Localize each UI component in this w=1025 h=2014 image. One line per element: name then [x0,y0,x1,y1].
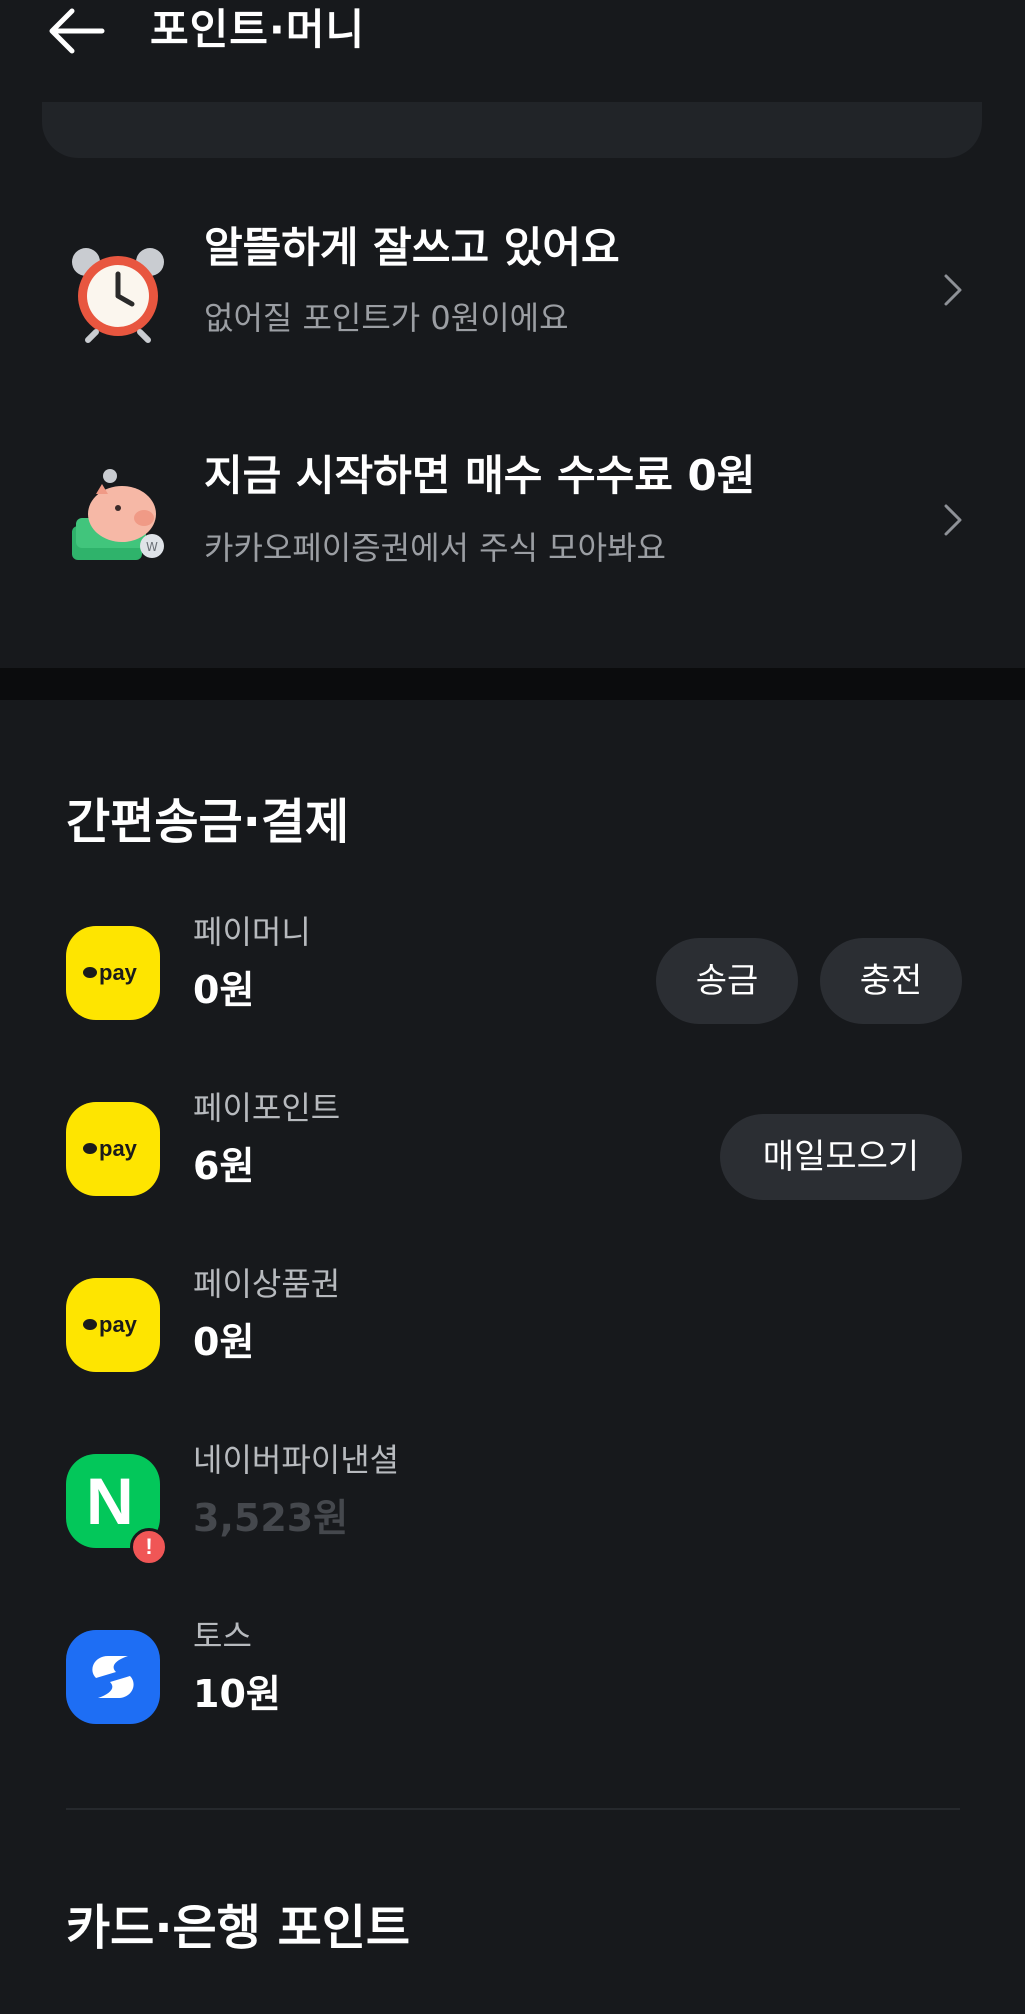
item-name: 토스 [193,1617,252,1655]
item-name: 네이버파이낸셜 [193,1441,400,1479]
kakaopay-logo: pay [66,1102,160,1196]
logo-text: pay [99,1312,137,1337]
section-title-card-bank: 카드·은행 포인트 [66,1900,411,1956]
promo-subtitle: 카카오페이증권에서 주식 모아봐요 [204,529,666,567]
charge-button[interactable]: 충전 [820,938,962,1024]
promo-item-stock[interactable]: W 지금 시작하면 매수 수수료 0원 카카오페이증권에서 주식 모아봐요 [0,420,1025,620]
section-divider [0,668,1025,700]
back-button[interactable] [46,6,108,56]
app-header: 포인트·머니 [0,0,1025,62]
promo-title: 지금 시작하면 매수 수수료 0원 [204,451,756,500]
alert-badge-icon: ! [130,1528,168,1566]
speech-bubble-icon [83,1318,97,1330]
item-name: 페이포인트 [193,1089,341,1127]
item-amount: 0원 [193,1320,255,1364]
list-item-pay-voucher[interactable]: pay 페이상품권 0원 [0,1256,1025,1386]
promo-title: 알뜰하게 잘쓰고 있어요 [204,223,620,272]
promo-item-points[interactable]: 알뜰하게 잘쓰고 있어요 없어질 포인트가 0원이에요 [0,190,1025,390]
list-item-pay-money[interactable]: pay 페이머니 0원 송금 충전 [0,904,1025,1034]
toss-mark-icon [92,1656,134,1698]
item-amount: 6원 [193,1144,255,1188]
transfer-button[interactable]: 송금 [656,938,798,1024]
daily-collect-button[interactable]: 매일모으기 [720,1114,962,1200]
arrow-left-icon [49,8,105,54]
list-divider [66,1808,960,1810]
list-item-toss[interactable]: 토스 10원 [0,1608,1025,1738]
speech-bubble-icon [83,966,97,978]
piggy-bank-icon: W [66,464,170,568]
item-amount: 0원 [193,968,255,1012]
kakaopay-logo: pay [66,926,160,1020]
promo-subtitle: 없어질 포인트가 0원이에요 [204,299,569,337]
summary-card-bottom [42,102,982,158]
kakaopay-logo: pay [66,1278,160,1372]
item-amount: 3,523원 [193,1496,349,1540]
toss-logo [66,1630,160,1724]
alarm-clock-icon [66,240,170,344]
chevron-right-icon [938,498,968,542]
item-amount: 10원 [193,1672,281,1716]
section-title-easy-pay: 간편송금·결제 [66,794,350,850]
svg-text:W: W [146,540,158,554]
page-title: 포인트·머니 [150,5,366,54]
item-name: 페이머니 [193,913,311,951]
list-item-naver-financial[interactable]: N ! 네이버파이낸셜 3,523원 [0,1432,1025,1566]
logo-text: pay [99,960,137,985]
chevron-right-icon [938,268,968,312]
logo-text: pay [99,1136,137,1161]
list-item-pay-point[interactable]: pay 페이포인트 6원 매일모으기 [0,1080,1025,1210]
item-name: 페이상품권 [193,1265,341,1303]
logo-text: N [86,1464,134,1538]
speech-bubble-icon [83,1142,97,1154]
